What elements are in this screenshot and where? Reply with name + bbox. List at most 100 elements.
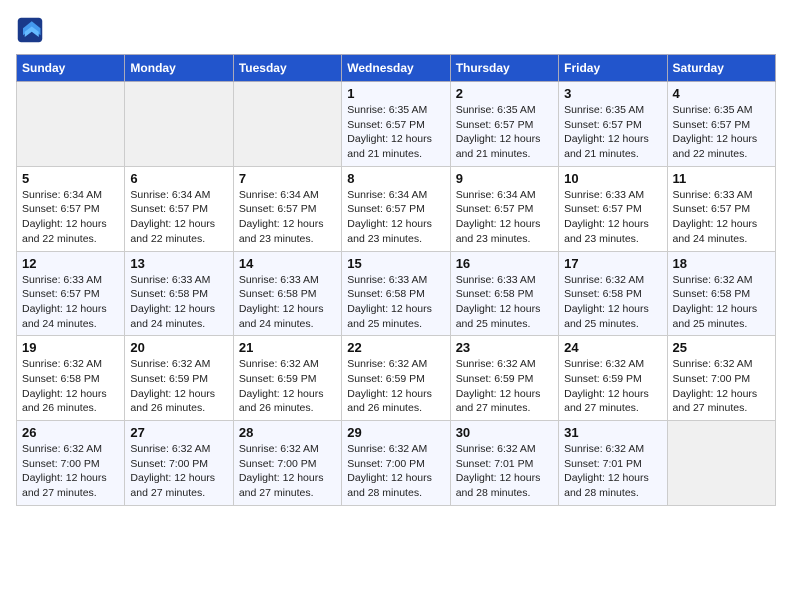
day-info: Sunrise: 6:32 AM Sunset: 6:59 PM Dayligh… — [130, 357, 227, 416]
day-info: Sunrise: 6:33 AM Sunset: 6:58 PM Dayligh… — [130, 273, 227, 332]
day-number: 10 — [564, 171, 661, 186]
calendar-cell: 18 Sunrise: 6:32 AM Sunset: 6:58 PM Dayli… — [667, 251, 775, 336]
day-info: Sunrise: 6:32 AM Sunset: 7:00 PM Dayligh… — [347, 442, 444, 501]
calendar-cell: 25Sunrise: 6:32 AM Sunset: 7:00 PM Dayli… — [667, 336, 775, 421]
day-info: Sunrise: 6:33 AM Sunset: 6:57 PM Dayligh… — [564, 188, 661, 247]
calendar-cell: 30 Sunrise: 6:32 AM Sunset: 7:01 PM Dayli… — [450, 421, 558, 506]
logo-icon — [16, 16, 44, 44]
calendar-cell — [233, 82, 341, 167]
weekday-header: Monday — [125, 55, 233, 82]
day-number: 22 — [347, 340, 444, 355]
day-number: 28 — [239, 425, 336, 440]
calendar-cell: 19 Sunrise: 6:32 AM Sunset: 6:58 PM Dayli… — [17, 336, 125, 421]
day-number: 27 — [130, 425, 227, 440]
calendar-cell: 8 Sunrise: 6:34 AM Sunset: 6:57 PM Daylig… — [342, 166, 450, 251]
day-number: 21 — [239, 340, 336, 355]
calendar-cell: 16 Sunrise: 6:33 AM Sunset: 6:58 PM Dayli… — [450, 251, 558, 336]
calendar-cell: 13 Sunrise: 6:33 AM Sunset: 6:58 PM Dayli… — [125, 251, 233, 336]
calendar-cell: 10 Sunrise: 6:33 AM Sunset: 6:57 PM Dayli… — [559, 166, 667, 251]
calendar-cell: 9 Sunrise: 6:34 AM Sunset: 6:57 PM Daylig… — [450, 166, 558, 251]
day-number: 24 — [564, 340, 661, 355]
day-info: Sunrise: 6:32 AM Sunset: 6:58 PM Dayligh… — [673, 273, 770, 332]
calendar-cell: 29 Sunrise: 6:32 AM Sunset: 7:00 PM Dayli… — [342, 421, 450, 506]
calendar-cell: 21 Sunrise: 6:32 AM Sunset: 6:59 PM Dayli… — [233, 336, 341, 421]
day-number: 15 — [347, 256, 444, 271]
calendar-cell: 7 Sunrise: 6:34 AM Sunset: 6:57 PM Daylig… — [233, 166, 341, 251]
day-info: Sunrise: 6:32 AM Sunset: 6:59 PM Dayligh… — [456, 357, 553, 416]
day-number: 12 — [22, 256, 119, 271]
day-info: Sunrise: 6:34 AM Sunset: 6:57 PM Dayligh… — [456, 188, 553, 247]
weekday-header: Saturday — [667, 55, 775, 82]
day-info: Sunrise: 6:32 AM Sunset: 7:01 PM Dayligh… — [456, 442, 553, 501]
calendar-cell: 11 Sunrise: 6:33 AM Sunset: 6:57 PM Dayli… — [667, 166, 775, 251]
calendar-cell: 15 Sunrise: 6:33 AM Sunset: 6:58 PM Dayli… — [342, 251, 450, 336]
day-info: Sunrise: 6:35 AM Sunset: 6:57 PM Dayligh… — [456, 103, 553, 162]
day-number: 31 — [564, 425, 661, 440]
day-number: 5 — [22, 171, 119, 186]
day-info: Sunrise: 6:32 AM Sunset: 6:58 PM Dayligh… — [22, 357, 119, 416]
day-number: 9 — [456, 171, 553, 186]
calendar-cell: 24Sunrise: 6:32 AM Sunset: 6:59 PM Dayli… — [559, 336, 667, 421]
calendar-cell — [125, 82, 233, 167]
calendar-cell: 2 Sunrise: 6:35 AM Sunset: 6:57 PM Daylig… — [450, 82, 558, 167]
calendar-cell: 22 Sunrise: 6:32 AM Sunset: 6:59 PM Dayli… — [342, 336, 450, 421]
calendar-cell: 1 Sunrise: 6:35 AM Sunset: 6:57 PM Daylig… — [342, 82, 450, 167]
weekday-header: Sunday — [17, 55, 125, 82]
weekday-header: Tuesday — [233, 55, 341, 82]
day-number: 29 — [347, 425, 444, 440]
day-info: Sunrise: 6:32 AM Sunset: 7:01 PM Dayligh… — [564, 442, 661, 501]
calendar-cell: 4 Sunrise: 6:35 AM Sunset: 6:57 PM Daylig… — [667, 82, 775, 167]
calendar-cell: 6 Sunrise: 6:34 AM Sunset: 6:57 PM Daylig… — [125, 166, 233, 251]
day-info: Sunrise: 6:32 AM Sunset: 6:59 PM Dayligh… — [239, 357, 336, 416]
calendar-cell: 28Sunrise: 6:32 AM Sunset: 7:00 PM Dayli… — [233, 421, 341, 506]
day-info: Sunrise: 6:33 AM Sunset: 6:57 PM Dayligh… — [22, 273, 119, 332]
day-number: 4 — [673, 86, 770, 101]
calendar-cell — [667, 421, 775, 506]
calendar-cell: 23 Sunrise: 6:32 AM Sunset: 6:59 PM Dayli… — [450, 336, 558, 421]
day-info: Sunrise: 6:35 AM Sunset: 6:57 PM Dayligh… — [564, 103, 661, 162]
day-number: 30 — [456, 425, 553, 440]
day-info: Sunrise: 6:34 AM Sunset: 6:57 PM Dayligh… — [130, 188, 227, 247]
weekday-header: Wednesday — [342, 55, 450, 82]
day-number: 7 — [239, 171, 336, 186]
calendar-cell — [17, 82, 125, 167]
day-number: 17 — [564, 256, 661, 271]
day-number: 13 — [130, 256, 227, 271]
calendar-cell: 3 Sunrise: 6:35 AM Sunset: 6:57 PM Daylig… — [559, 82, 667, 167]
calendar-cell: 17 Sunrise: 6:32 AM Sunset: 6:58 PM Dayli… — [559, 251, 667, 336]
calendar-cell: 20 Sunrise: 6:32 AM Sunset: 6:59 PM Dayli… — [125, 336, 233, 421]
calendar-cell: 14Sunrise: 6:33 AM Sunset: 6:58 PM Dayli… — [233, 251, 341, 336]
logo — [16, 16, 48, 44]
day-info: Sunrise: 6:35 AM Sunset: 6:57 PM Dayligh… — [673, 103, 770, 162]
day-number: 20 — [130, 340, 227, 355]
day-info: Sunrise: 6:33 AM Sunset: 6:57 PM Dayligh… — [673, 188, 770, 247]
day-number: 18 — [673, 256, 770, 271]
day-info: Sunrise: 6:33 AM Sunset: 6:58 PM Dayligh… — [347, 273, 444, 332]
calendar-cell: 27Sunrise: 6:32 AM Sunset: 7:00 PM Dayli… — [125, 421, 233, 506]
day-number: 1 — [347, 86, 444, 101]
day-info: Sunrise: 6:32 AM Sunset: 6:58 PM Dayligh… — [564, 273, 661, 332]
day-info: Sunrise: 6:33 AM Sunset: 6:58 PM Dayligh… — [456, 273, 553, 332]
calendar-cell: 31 Sunrise: 6:32 AM Sunset: 7:01 PM Dayli… — [559, 421, 667, 506]
day-number: 19 — [22, 340, 119, 355]
day-number: 23 — [456, 340, 553, 355]
day-number: 2 — [456, 86, 553, 101]
day-info: Sunrise: 6:34 AM Sunset: 6:57 PM Dayligh… — [347, 188, 444, 247]
calendar-cell: 12 Sunrise: 6:33 AM Sunset: 6:57 PM Dayli… — [17, 251, 125, 336]
weekday-header: Thursday — [450, 55, 558, 82]
day-number: 16 — [456, 256, 553, 271]
day-info: Sunrise: 6:32 AM Sunset: 6:59 PM Dayligh… — [347, 357, 444, 416]
day-info: Sunrise: 6:35 AM Sunset: 6:57 PM Dayligh… — [347, 103, 444, 162]
day-info: Sunrise: 6:32 AM Sunset: 7:00 PM Dayligh… — [673, 357, 770, 416]
day-number: 14 — [239, 256, 336, 271]
day-info: Sunrise: 6:34 AM Sunset: 6:57 PM Dayligh… — [239, 188, 336, 247]
day-number: 8 — [347, 171, 444, 186]
day-number: 26 — [22, 425, 119, 440]
calendar-cell: 5 Sunrise: 6:34 AM Sunset: 6:57 PM Daylig… — [17, 166, 125, 251]
day-info: Sunrise: 6:32 AM Sunset: 7:00 PM Dayligh… — [22, 442, 119, 501]
day-number: 11 — [673, 171, 770, 186]
calendar-cell: 26 Sunrise: 6:32 AM Sunset: 7:00 PM Dayli… — [17, 421, 125, 506]
day-info: Sunrise: 6:34 AM Sunset: 6:57 PM Dayligh… — [22, 188, 119, 247]
day-number: 6 — [130, 171, 227, 186]
day-number: 3 — [564, 86, 661, 101]
